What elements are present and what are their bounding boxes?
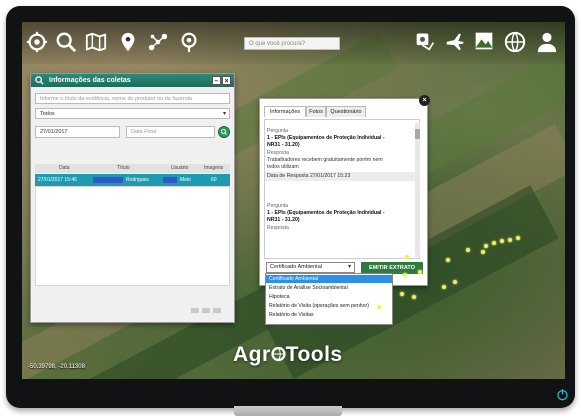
globe-icon[interactable] bbox=[504, 31, 526, 53]
answer-label: Resposta bbox=[267, 150, 289, 156]
map-marker-dot[interactable] bbox=[481, 250, 485, 254]
details-panel: Informações Fotos Questionário Pergunta … bbox=[259, 98, 428, 286]
map-marker-dot[interactable] bbox=[508, 238, 512, 242]
question-text: NR31 - 31.20) bbox=[267, 142, 300, 148]
map-marker-dot[interactable] bbox=[442, 285, 446, 289]
answer-date: Data de Resposta 27/01/2017 15:23 bbox=[267, 173, 351, 179]
chevron-down-icon: ▾ bbox=[222, 111, 226, 117]
start-date-input[interactable]: 27/01/2017 bbox=[35, 126, 120, 138]
row-date: 27/01/2017 15:46 bbox=[38, 177, 77, 183]
tab-questionario[interactable]: Questionário bbox=[326, 106, 366, 117]
question-label: Pergunta bbox=[267, 203, 289, 209]
dropdown-option[interactable]: Extrato de Análise Socioambiental bbox=[266, 284, 392, 292]
airplane-icon[interactable] bbox=[445, 31, 465, 51]
coletas-panel-header[interactable]: Informações das coletas – × bbox=[31, 74, 234, 87]
map-marker-dot[interactable] bbox=[377, 305, 381, 309]
filter-select[interactable]: Todos ▾ bbox=[35, 108, 230, 119]
map-marker-dot[interactable] bbox=[412, 295, 416, 299]
redacted-user-bar bbox=[163, 177, 177, 183]
map-marker-dot[interactable] bbox=[500, 239, 504, 243]
row-title: Rodrigues bbox=[126, 177, 149, 183]
agrotools-logo: Agr Tools bbox=[233, 343, 343, 367]
close-button[interactable]: × bbox=[222, 76, 231, 85]
column-header-data[interactable]: Data bbox=[59, 165, 70, 171]
answer-label: Resposta bbox=[267, 225, 289, 231]
tab-informacoes[interactable]: Informações bbox=[264, 106, 306, 117]
dropdown-option[interactable]: Relatório de Visitas bbox=[266, 311, 392, 319]
power-icon[interactable] bbox=[556, 388, 569, 401]
gear-globe-icon[interactable] bbox=[26, 31, 48, 53]
report-type-dropdown: Certificado Ambiental Extrato de Análise… bbox=[265, 273, 393, 325]
gps-route-icon[interactable] bbox=[415, 31, 435, 51]
dropdown-option[interactable]: Certificado Ambiental bbox=[266, 275, 392, 283]
end-date-input[interactable]: Data Final bbox=[126, 126, 215, 138]
map-screen[interactable]: O que você procura? Informações das cole… bbox=[22, 22, 565, 379]
search-go-button[interactable] bbox=[218, 126, 230, 138]
pager-page-button[interactable] bbox=[202, 308, 210, 313]
map-marker-dot[interactable] bbox=[400, 292, 404, 296]
logo-text-end: Tools bbox=[285, 343, 343, 366]
dropdown-option[interactable]: Hipoteca bbox=[266, 293, 392, 301]
answer-text: Trabalhadores recebem gratuitamente poré… bbox=[267, 157, 383, 163]
questionnaire-list: Pergunta 1 - EPIs (Equipamentos de Prote… bbox=[264, 119, 420, 259]
map-icon[interactable] bbox=[85, 31, 107, 53]
filter-select-value: Todos bbox=[40, 111, 55, 117]
map-marker-dot[interactable] bbox=[446, 258, 450, 262]
question-text: 1 - EPIs (Equipamentos de Proteção Indiv… bbox=[267, 210, 385, 216]
magnifier-icon[interactable] bbox=[55, 31, 77, 53]
pager-next-button[interactable] bbox=[213, 308, 221, 313]
map-pin-icon[interactable] bbox=[117, 31, 139, 53]
redacted-name-bar bbox=[93, 177, 123, 183]
question-text: 1 - EPIs (Equipamentos de Proteção Indiv… bbox=[267, 135, 385, 141]
answer-date-row: Data de Resposta 27/01/2017 15:23 bbox=[265, 172, 419, 181]
questionnaire-scrollbar[interactable] bbox=[415, 123, 420, 257]
search-icon bbox=[35, 76, 44, 85]
close-icon[interactable]: × bbox=[419, 95, 430, 106]
map-marker-dot[interactable] bbox=[453, 280, 457, 284]
report-type-select[interactable]: Certificado Ambiental ▾ bbox=[266, 262, 355, 273]
top-toolbar: O que você procura? bbox=[22, 22, 565, 64]
map-marker-dot[interactable] bbox=[484, 244, 488, 248]
question-text: NR31 - 31.20) bbox=[267, 217, 300, 223]
column-header-titulo[interactable]: Título bbox=[117, 165, 130, 171]
map-marker-dot[interactable] bbox=[492, 241, 496, 245]
row-user: Melo bbox=[180, 177, 191, 183]
coordinate-readout: -50.39798, -20.11308 bbox=[28, 364, 85, 370]
user-icon[interactable] bbox=[536, 31, 558, 53]
landscape-icon[interactable] bbox=[474, 31, 494, 51]
map-marker-dot[interactable] bbox=[403, 273, 407, 277]
map-marker-dot[interactable] bbox=[418, 270, 422, 274]
logo-text-start: Agr bbox=[233, 343, 271, 366]
location-target-icon[interactable] bbox=[178, 31, 200, 53]
panel-title: Informações das coletas bbox=[49, 77, 131, 84]
table-body bbox=[35, 186, 230, 286]
coletas-panel: Informações das coletas – × Informe o tí… bbox=[30, 73, 235, 323]
column-header-usuario[interactable]: Usuário bbox=[171, 165, 188, 171]
tab-fotos[interactable]: Fotos bbox=[306, 106, 326, 117]
scrollbar-thumb[interactable] bbox=[415, 129, 420, 139]
network-icon[interactable] bbox=[147, 31, 169, 53]
map-marker-dot[interactable] bbox=[466, 248, 470, 252]
search-input[interactable]: O que você procura? bbox=[244, 37, 340, 50]
row-images-count: 60 bbox=[211, 177, 217, 183]
logo-globe-icon bbox=[271, 346, 286, 362]
table-row[interactable]: 27/01/2017 15:46 Rodrigues Melo 60 bbox=[35, 174, 230, 186]
coletas-search-input[interactable]: Informe o título da evidência, nome do p… bbox=[35, 93, 230, 104]
minimize-button[interactable]: – bbox=[212, 76, 221, 85]
map-marker-dot[interactable] bbox=[516, 236, 520, 240]
column-header-imagens[interactable]: Imagens bbox=[204, 165, 223, 171]
question-label: Pergunta bbox=[267, 128, 289, 134]
pager-prev-button[interactable] bbox=[191, 308, 199, 313]
map-marker-dot[interactable] bbox=[405, 255, 409, 259]
table-header: Data Título Usuário Imagens bbox=[35, 164, 230, 173]
chevron-down-icon: ▾ bbox=[347, 264, 351, 270]
answer-text: todos utilizam bbox=[267, 164, 299, 170]
monitor-stand bbox=[234, 406, 342, 416]
dropdown-option[interactable]: Relatório de Visita (operações sem penho… bbox=[266, 302, 392, 310]
report-type-value: Certificado Ambiental bbox=[270, 264, 322, 270]
